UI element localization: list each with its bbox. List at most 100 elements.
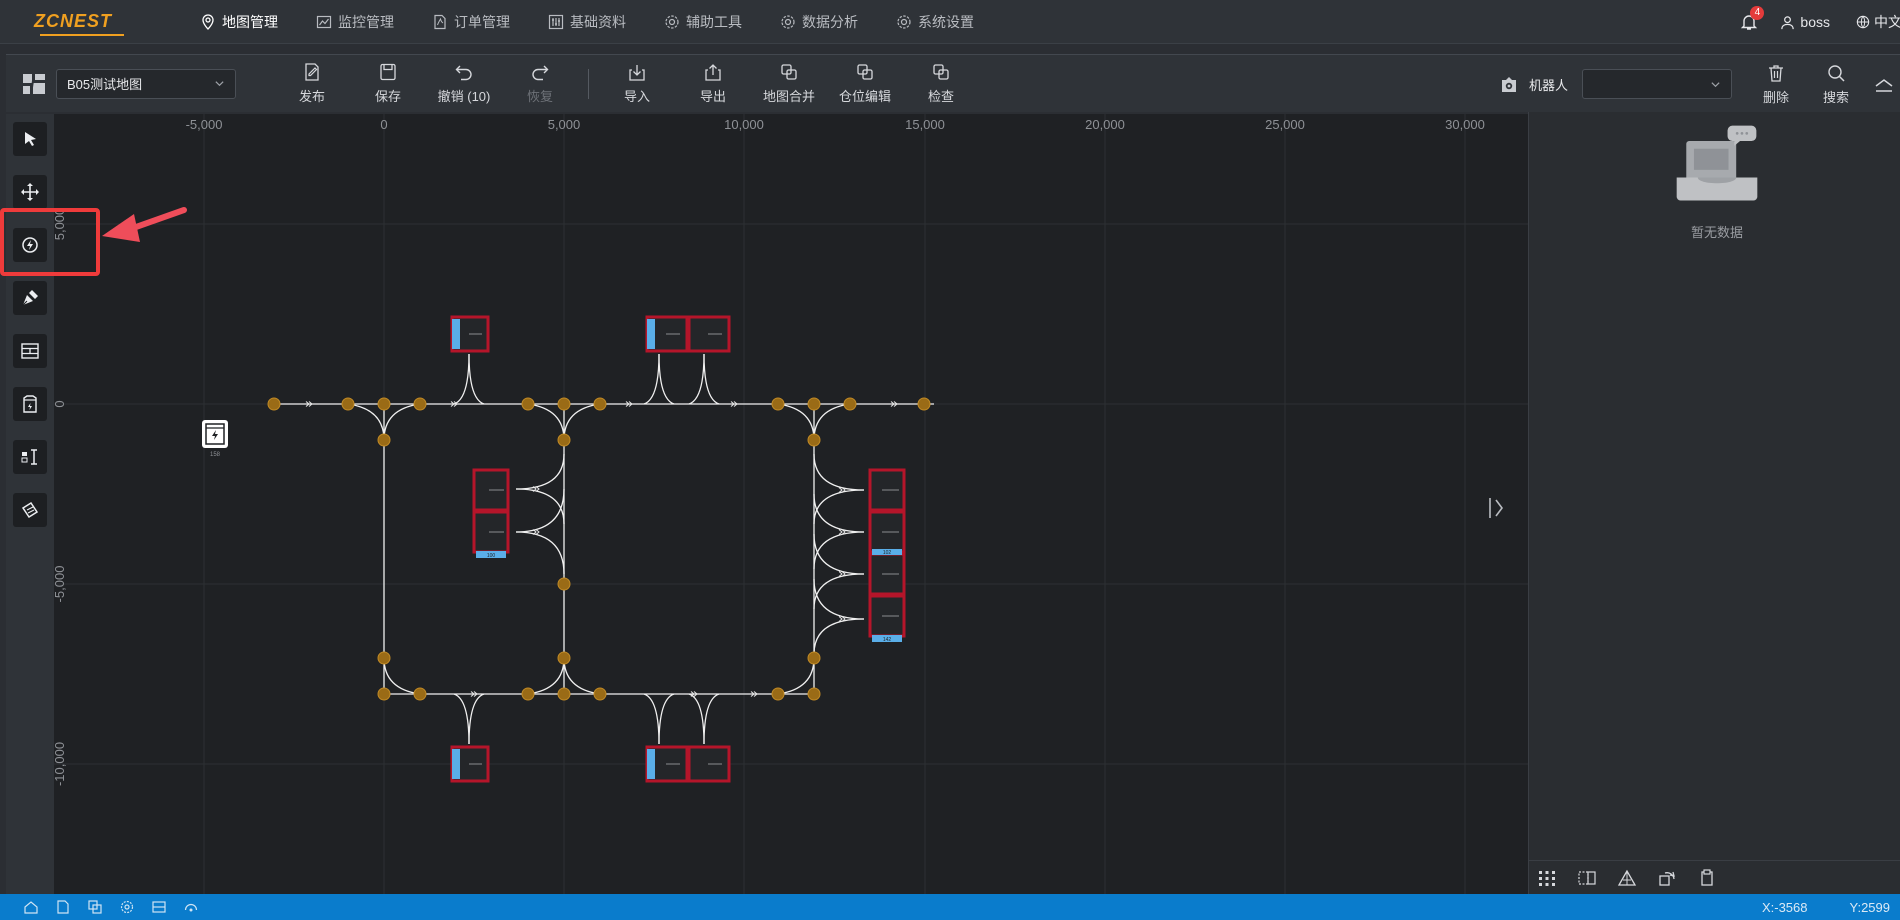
import-button[interactable]: 导入 [599,62,675,105]
map-canvas[interactable]: -5,000 0 5,000 10,000 15,000 20,000 25,0… [54,114,1528,894]
pen-icon [21,290,38,307]
language-label: 中文 [1874,14,1900,30]
delete-label: 删除 [1762,89,1789,105]
shelf-grid-icon [21,343,39,359]
x-tick-label: 0 [380,117,387,132]
collapse-up-icon[interactable] [1874,74,1894,94]
nav-label: 数据分析 [802,13,858,30]
y-tick-label: 0 [54,400,67,407]
map-paths[interactable] [274,353,934,745]
map-nodes[interactable] [267,397,931,701]
map-drawing[interactable]: -5,000 0 5,000 10,000 15,000 20,000 25,0… [54,114,1528,894]
layers-icon[interactable] [88,900,102,914]
gear-icon [781,14,795,29]
x-tick-label: -5,000 [186,117,223,132]
rotate-icon[interactable] [1657,868,1677,888]
gear-icon [665,14,679,29]
coord-x: X:-3568 [1761,899,1808,915]
empty-inbox-icon [1676,125,1758,201]
language-switch[interactable]: 中文 [1856,12,1900,32]
bin-label: 142 [883,637,892,643]
search-icon [1828,64,1845,82]
check-icon [933,64,949,80]
move-tool[interactable] [13,175,47,209]
map-merge-label: 地图合并 [762,89,815,104]
select-tool[interactable] [13,122,47,156]
save-button[interactable]: 保存 [350,62,426,105]
area-tool[interactable] [13,493,47,527]
clipboard-icon[interactable] [1697,868,1717,888]
slot-edit-label: 仓位编辑 [838,89,891,104]
robot-select[interactable] [1582,69,1732,99]
x-tick-label: 15,000 [905,117,945,132]
map-select-value: B05测试地图 [67,77,143,92]
grid-dots-icon[interactable] [1537,868,1557,888]
storage-bins[interactable]: 100 102 142 [450,315,906,783]
nav-item-data-analysis[interactable]: 数据分析 [780,12,858,32]
nav-item-basic-data[interactable]: 基础资料 [548,12,626,32]
globe-icon [1856,15,1870,29]
station-tool[interactable] [13,387,47,421]
notification-bell[interactable]: 4 [1740,6,1765,31]
nav-item-order-management[interactable]: 订单管理 [432,12,510,32]
map-pin-icon [202,13,214,30]
import-label: 导入 [623,89,650,104]
trash-icon [1769,64,1783,82]
slot-edit-button[interactable]: 仓位编辑 [827,62,903,105]
mirror-triangle-icon[interactable] [1617,868,1637,888]
x-tick-label: 5,000 [548,117,581,132]
gear-icon[interactable] [120,900,134,914]
export-button[interactable]: 导出 [675,62,751,105]
publish-button[interactable]: 发布 [274,62,350,105]
nav-label: 基础资料 [570,13,626,30]
delete-button[interactable]: 删除 [1746,63,1806,106]
selection-box-icon[interactable] [1577,868,1597,888]
x-tick-label: 25,000 [1265,117,1305,132]
redo-button[interactable]: 恢复 [502,62,578,105]
main-nav: 地图管理 监控管理 订单管理 基础资料 辅助工具 数据分析 系统设置 [200,0,1012,44]
logo-text: ZCNEST [34,10,112,31]
text-label-tool[interactable] [13,440,47,474]
publish-label: 发布 [298,89,325,104]
path-draw-tool[interactable] [13,281,47,315]
area-polygon-icon [21,501,39,519]
search-button[interactable]: 搜索 [1806,63,1866,106]
save-icon [380,63,396,81]
cursor-arrow-icon [25,132,36,146]
nav-item-map-management[interactable]: 地图管理 [200,12,278,32]
chevron-down-icon [1711,81,1720,87]
highlight-box [0,208,100,276]
map-layers-icon[interactable] [20,70,48,98]
map-merge-button[interactable]: 地图合并 [751,62,827,105]
user-icon [1781,15,1795,29]
expand-panel-handle[interactable] [1489,498,1503,518]
nav-item-auxiliary-tools[interactable]: 辅助工具 [664,12,742,32]
nav-label: 系统设置 [918,13,974,30]
nav-label: 订单管理 [454,13,510,30]
x-tick-label: 20,000 [1085,117,1125,132]
gauge-icon[interactable] [184,900,198,914]
nav-item-monitor-management[interactable]: 监控管理 [316,12,394,32]
home-icon[interactable] [24,900,38,914]
x-tick-label: 30,000 [1445,117,1485,132]
station-icon [23,395,37,413]
document-icon[interactable] [56,900,70,914]
undo-label: 撤销 (10) [437,89,491,104]
map-select[interactable]: B05测试地图 [56,68,236,99]
undo-icon [455,65,472,81]
undo-button[interactable]: 撤销 (10) [426,62,502,105]
nav-item-system-settings[interactable]: 系统设置 [896,12,974,32]
nav-label: 监控管理 [338,13,394,30]
panel-bottom-toolbar [1529,860,1900,894]
check-button[interactable]: 检查 [903,62,979,105]
export-icon [705,64,721,81]
shelf-grid-icon[interactable] [152,900,166,914]
notification-badge: 4 [1750,6,1765,20]
y-tick-label: -5,000 [54,566,67,603]
robot-icon [1501,77,1516,92]
copy-icon [857,64,873,80]
shelf-tool[interactable] [13,334,47,368]
charger-station[interactable]: 158 [202,420,228,458]
nav-label: 地图管理 [222,13,278,30]
user-menu[interactable]: boss [1780,14,1830,30]
